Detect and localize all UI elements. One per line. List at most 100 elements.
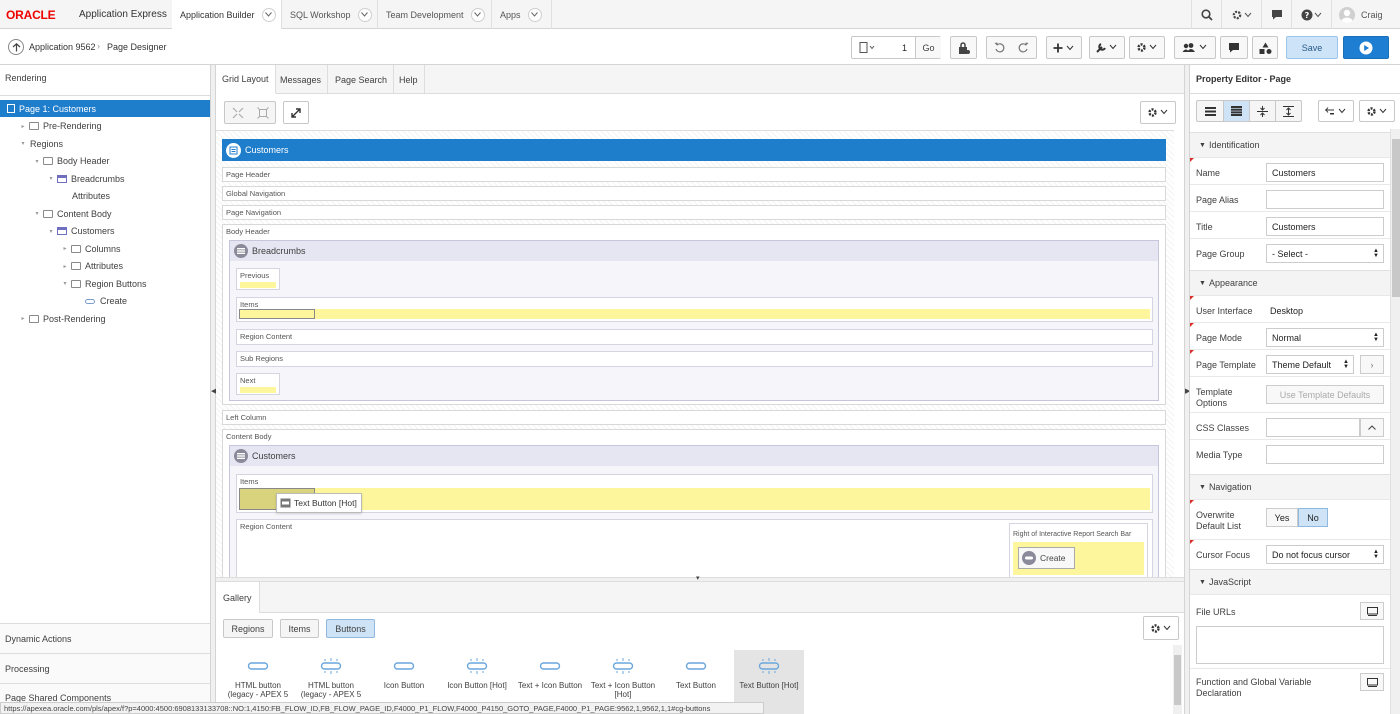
gallery-item[interactable]: HTML button (legacy - APEX 5	[223, 655, 293, 699]
tree-node[interactable]: ▸ Pre-Rendering	[0, 118, 210, 135]
chevron-down-icon[interactable]	[357, 7, 372, 22]
save-button[interactable]: Save	[1286, 36, 1338, 59]
tab-application-builder[interactable]: Application Builder	[172, 0, 282, 29]
go-button[interactable]: Go	[915, 37, 941, 58]
filter-items[interactable]: Items	[280, 619, 319, 638]
show-all-icon[interactable]	[1223, 101, 1250, 121]
scrollbar-thumb[interactable]	[1174, 655, 1181, 705]
css-classes-picker[interactable]	[1360, 418, 1384, 437]
region-content-slot[interactable]: Region Content	[236, 329, 1153, 345]
name-input[interactable]: Customers	[1266, 163, 1384, 182]
gallery-settings-button[interactable]	[1143, 616, 1179, 640]
file-urls-editor-button[interactable]	[1360, 602, 1384, 620]
up-arrow-icon[interactable]	[8, 39, 24, 55]
maximize-button[interactable]	[283, 101, 309, 124]
collapsed-twisty-icon[interactable]: ▸	[61, 245, 69, 252]
settings-menu-button[interactable]	[1129, 36, 1165, 59]
shared-components-button[interactable]	[1252, 36, 1278, 59]
page-region-bar[interactable]: Customers	[222, 139, 1166, 161]
expanded-twisty-icon[interactable]: ▾	[33, 210, 41, 217]
sub-regions-slot[interactable]: Sub Regions	[236, 351, 1153, 367]
chat-icon[interactable]	[1261, 0, 1291, 29]
items-slot[interactable]: Items	[236, 474, 1153, 513]
section-processing[interactable]: Processing	[0, 653, 210, 683]
overwrite-no-option[interactable]: No	[1298, 508, 1328, 527]
scrollbar-thumb[interactable]	[1392, 139, 1400, 297]
function-editor-button[interactable]	[1360, 673, 1384, 691]
gallery-item[interactable]: Icon Button [Hot]	[442, 655, 512, 690]
next-slot[interactable]: Next	[236, 373, 280, 395]
gallery-item[interactable]: Text + Icon Button	[515, 655, 585, 690]
page-template-select[interactable]: Theme Default ▲ ▼	[1266, 355, 1354, 374]
filter-buttons[interactable]: Buttons	[326, 619, 375, 638]
page-finder-icon[interactable]	[859, 42, 875, 53]
collapse-all-icon[interactable]	[1250, 101, 1276, 121]
page-number-input[interactable]: 1	[902, 43, 907, 53]
file-urls-textarea[interactable]	[1196, 626, 1384, 664]
slot-page-navigation[interactable]: Page Navigation	[222, 205, 1166, 220]
tree-node[interactable]: ▸ Attributes	[0, 258, 210, 275]
customers-region[interactable]: Customers Items Region Content Right of …	[229, 445, 1159, 577]
team-menu-button[interactable]	[1174, 36, 1216, 59]
tree-node[interactable]: ▾ Body Header	[0, 153, 210, 170]
media-type-input[interactable]	[1266, 445, 1384, 464]
show-common-icon[interactable]	[1197, 101, 1223, 121]
chevron-down-icon[interactable]	[470, 7, 485, 22]
utilities-menu-button[interactable]	[1089, 36, 1125, 59]
undo-icon[interactable]	[994, 42, 1005, 53]
section-navigation[interactable]: ▼ Navigation	[1190, 474, 1390, 499]
use-template-defaults-button[interactable]: Use Template Defaults	[1266, 385, 1384, 404]
overwrite-yes-option[interactable]: Yes	[1266, 508, 1298, 527]
run-button[interactable]	[1343, 36, 1389, 59]
section-appearance[interactable]: ▼ Appearance	[1190, 270, 1390, 295]
user-menu[interactable]: Craig	[1331, 0, 1400, 29]
admin-gear-icon[interactable]	[1221, 0, 1261, 29]
create-button[interactable]: Create	[1018, 547, 1075, 569]
expanded-twisty-icon[interactable]: ▾	[47, 228, 55, 235]
page-alias-input[interactable]	[1266, 190, 1384, 209]
lock-button[interactable]	[950, 36, 977, 59]
collapse-down-icon[interactable]: ▾	[696, 574, 700, 582]
region-content-slot[interactable]: Region Content Right of Interactive Repo…	[236, 519, 1153, 577]
tree-node[interactable]: ▸ Columns	[0, 240, 210, 257]
tree-node[interactable]: ▾ Regions	[0, 135, 210, 152]
expand-all-icon[interactable]	[1276, 101, 1302, 121]
expand-regions-icon[interactable]	[256, 106, 269, 119]
chevron-down-icon[interactable]	[261, 7, 276, 22]
tree-node[interactable]: ▸ Post-Rendering	[0, 310, 210, 327]
template-goto-button[interactable]: ›	[1360, 355, 1384, 374]
gallery-item[interactable]: Text Button	[661, 655, 731, 690]
expanded-twisty-icon[interactable]: ▾	[61, 280, 69, 287]
breadcrumb-application[interactable]: Application 9562	[29, 42, 96, 52]
redo-icon[interactable]	[1018, 42, 1029, 53]
comments-button[interactable]	[1220, 36, 1248, 59]
grid-settings-button[interactable]	[1140, 101, 1176, 124]
slot-body-header[interactable]: Body Header Breadcrumbs Previous Items R…	[222, 224, 1166, 405]
tab-gallery[interactable]: Gallery	[216, 582, 260, 613]
tab-sql-workshop[interactable]: SQL Workshop	[282, 0, 378, 29]
gallery-scrollbar[interactable]	[1173, 645, 1182, 714]
collapsed-twisty-icon[interactable]: ▸	[61, 263, 69, 270]
tab-apps[interactable]: Apps	[492, 0, 552, 29]
rendering-header[interactable]: Rendering	[5, 73, 47, 83]
expanded-twisty-icon[interactable]: ▾	[33, 158, 41, 165]
slot-page-header[interactable]: Page Header	[222, 167, 1166, 182]
section-javascript[interactable]: ▼ JavaScript	[1190, 569, 1390, 594]
collapsed-twisty-icon[interactable]: ▸	[19, 315, 27, 322]
tab-team-development[interactable]: Team Development	[378, 0, 492, 29]
search-icon[interactable]	[1191, 0, 1221, 29]
chevron-down-icon[interactable]	[527, 7, 542, 22]
tab-page-search[interactable]: Page Search	[329, 65, 395, 94]
collapse-regions-icon[interactable]	[232, 107, 244, 119]
tab-grid-layout[interactable]: Grid Layout	[216, 65, 276, 94]
tree-node[interactable]: Create	[0, 293, 210, 310]
create-menu-button[interactable]	[1046, 36, 1082, 59]
slot-global-navigation[interactable]: Global Navigation	[222, 186, 1166, 201]
title-input[interactable]: Customers	[1266, 217, 1384, 236]
expanded-twisty-icon[interactable]: ▾	[47, 175, 55, 182]
filter-regions[interactable]: Regions	[223, 619, 273, 638]
gallery-item[interactable]: Text Button [Hot]	[734, 655, 804, 690]
tree-node[interactable]: ▾ Breadcrumbs	[0, 170, 210, 187]
slot-content-body[interactable]: Content Body Customers Items Region Cont…	[222, 429, 1166, 577]
tree-node[interactable]: Attributes	[0, 188, 210, 205]
